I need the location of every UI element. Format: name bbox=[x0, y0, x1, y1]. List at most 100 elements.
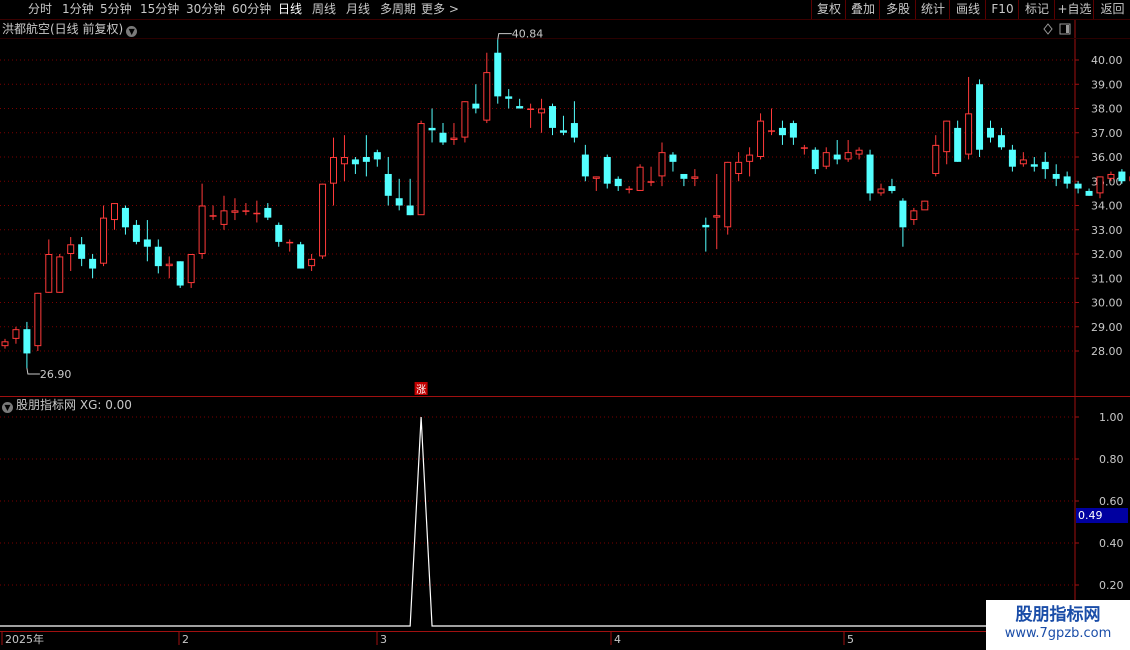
indicator-tick-label: 0.40 bbox=[1099, 537, 1124, 550]
xg-indicator-line bbox=[0, 416, 1075, 627]
candle-body bbox=[494, 52, 502, 97]
time-axis-label: 5 bbox=[847, 633, 854, 646]
candle-body bbox=[997, 135, 1005, 148]
candle-body bbox=[603, 157, 611, 184]
candle-body bbox=[559, 130, 567, 133]
candle-body bbox=[954, 127, 962, 162]
candle-body bbox=[527, 108, 535, 110]
candle-body bbox=[757, 120, 765, 157]
candle-body bbox=[1118, 171, 1126, 182]
candle-body bbox=[658, 152, 666, 177]
candle-body bbox=[877, 188, 885, 194]
candle-body bbox=[286, 241, 294, 244]
price-tick-label: 35.00 bbox=[1091, 175, 1123, 188]
candle-body bbox=[373, 152, 381, 160]
candle-body bbox=[461, 101, 469, 138]
candle-body bbox=[121, 207, 129, 228]
candle-body bbox=[417, 123, 425, 216]
candle-body bbox=[702, 224, 710, 228]
price-tick-label: 31.00 bbox=[1091, 272, 1123, 285]
candle-body bbox=[592, 176, 600, 179]
candle-body bbox=[1, 341, 9, 347]
candle-body bbox=[23, 329, 31, 354]
candle-body bbox=[78, 244, 86, 259]
candle-body bbox=[625, 188, 633, 191]
candle-body bbox=[45, 254, 53, 293]
min-price-label: 26.90 bbox=[40, 368, 72, 381]
candle-body bbox=[439, 132, 447, 143]
price-tick-label: 36.00 bbox=[1091, 151, 1123, 164]
candle-body bbox=[143, 239, 151, 247]
candle-body bbox=[56, 256, 64, 293]
candle-body bbox=[1096, 176, 1104, 194]
candle-body bbox=[549, 106, 556, 128]
candle-body bbox=[450, 137, 458, 141]
candle-body bbox=[1019, 159, 1027, 165]
candle-body bbox=[340, 157, 348, 165]
candle-body bbox=[844, 152, 852, 160]
candle-body bbox=[976, 84, 984, 150]
indicator-tick-label: 1.00 bbox=[1099, 411, 1124, 424]
candle-body bbox=[100, 217, 108, 264]
price-tick-label: 30.00 bbox=[1091, 297, 1123, 310]
candle-body bbox=[768, 130, 775, 132]
kline-chart[interactable]: 40.00 39.00 38.00 37.00 36.00 35.00 34.00 33.00… bbox=[0, 0, 1130, 650]
candle-body bbox=[965, 113, 973, 155]
candle-body bbox=[735, 161, 743, 174]
indicator-value-label: XG: 0.00 bbox=[79, 398, 132, 412]
candle-body bbox=[800, 147, 808, 149]
candle-body bbox=[1030, 164, 1038, 167]
candle-body bbox=[308, 258, 316, 267]
candle-body bbox=[275, 224, 283, 242]
candle-body bbox=[209, 215, 217, 217]
indicator-tick-label: 0.80 bbox=[1099, 453, 1124, 466]
price-tick-label: 29.00 bbox=[1091, 321, 1123, 334]
candle-body bbox=[789, 123, 797, 138]
candle-body bbox=[1107, 173, 1115, 179]
candle-body bbox=[636, 166, 644, 191]
candle-body bbox=[231, 210, 239, 213]
chevron-down-icon[interactable]: ▼ bbox=[2, 402, 13, 413]
candle-body bbox=[111, 203, 118, 221]
price-tick-label: 32.00 bbox=[1091, 248, 1123, 261]
candle-body bbox=[987, 127, 994, 138]
candle-body bbox=[899, 200, 907, 228]
candle-body bbox=[932, 144, 940, 174]
price-tick-label: 28.00 bbox=[1091, 345, 1123, 358]
candle-body bbox=[724, 161, 732, 228]
candle-body bbox=[505, 96, 513, 99]
candle-body bbox=[384, 173, 392, 196]
price-tick-label: 38.00 bbox=[1091, 103, 1123, 116]
candle-body bbox=[888, 186, 896, 191]
candle-body bbox=[713, 215, 721, 218]
max-price-label: 40.84 bbox=[512, 28, 544, 41]
candle-body bbox=[89, 258, 97, 269]
candle-body bbox=[362, 157, 370, 162]
candle-body bbox=[1063, 176, 1071, 184]
candle-body bbox=[1041, 161, 1049, 170]
candle-body bbox=[12, 329, 20, 339]
candle-body bbox=[428, 127, 436, 131]
candle-body bbox=[264, 207, 272, 218]
candle-body bbox=[198, 205, 206, 254]
candle-body bbox=[833, 154, 841, 160]
candle-body bbox=[483, 72, 491, 121]
candle-body bbox=[1085, 190, 1093, 196]
candle-body bbox=[1074, 183, 1082, 189]
price-tick-label: 39.00 bbox=[1091, 78, 1123, 91]
candle-body bbox=[614, 178, 622, 187]
indicator-header[interactable]: ▼ 股朋指标网 XG: 0.00 bbox=[2, 397, 132, 413]
candle-body bbox=[253, 212, 261, 215]
candle-body bbox=[516, 106, 524, 109]
candle-body bbox=[943, 120, 951, 153]
candle-body bbox=[67, 244, 75, 255]
candle-body bbox=[406, 205, 414, 216]
candle-body bbox=[581, 154, 589, 177]
candle-body bbox=[242, 210, 250, 212]
candle-body bbox=[132, 224, 140, 242]
candle-body bbox=[855, 149, 863, 155]
time-axis-label: 4 bbox=[614, 633, 621, 646]
candle-body bbox=[1052, 173, 1060, 179]
candle-body bbox=[34, 292, 42, 347]
candle-body bbox=[472, 103, 480, 109]
